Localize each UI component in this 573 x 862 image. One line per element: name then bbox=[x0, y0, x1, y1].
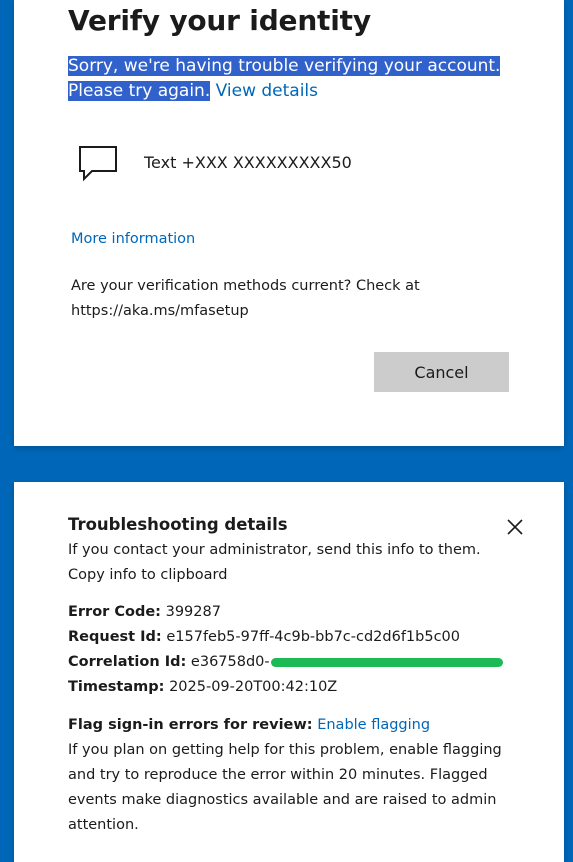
correlation-id-value: e36758d0- bbox=[190, 654, 270, 670]
timestamp-value: 2025-09-20T00:42:10Z bbox=[169, 679, 338, 695]
methods-current-text: Are your verification methods current? C… bbox=[71, 278, 420, 319]
error-message: Sorry, we're having trouble verifying yo… bbox=[68, 54, 508, 104]
error-code-value: 399287 bbox=[165, 604, 221, 620]
close-icon[interactable] bbox=[504, 516, 526, 538]
error-text-line2: Please try again. bbox=[68, 81, 211, 101]
method-label: Text +XXX XXXXXXXXX50 bbox=[144, 152, 352, 172]
error-text-line1: Sorry, we're having trouble verifying yo… bbox=[68, 56, 501, 76]
correlation-id-label: Correlation Id: bbox=[68, 654, 187, 670]
timestamp-label: Timestamp: bbox=[68, 679, 165, 695]
cancel-button[interactable]: Cancel bbox=[374, 352, 509, 392]
flag-label: Flag sign-in errors for review: bbox=[68, 717, 313, 733]
redaction-bar bbox=[270, 657, 503, 667]
request-id-row: Request Id: e157feb5-97ff-4c9b-bb7c-cd2d… bbox=[68, 625, 460, 650]
timestamp-row: Timestamp: 2025-09-20T00:42:10Z bbox=[68, 675, 337, 700]
copy-info-link[interactable]: Copy info to clipboard bbox=[68, 563, 227, 588]
page-title: Verify your identity bbox=[68, 4, 371, 37]
troubleshooting-card: Troubleshooting details If you contact y… bbox=[14, 482, 564, 862]
troubleshooting-title: Troubleshooting details bbox=[68, 515, 288, 534]
request-id-value: e157feb5-97ff-4c9b-bb7c-cd2d6f1b5c00 bbox=[166, 629, 461, 645]
error-code-row: Error Code: 399287 bbox=[68, 600, 221, 625]
verify-card: Verify your identity Sorry, we're having… bbox=[14, 0, 564, 446]
flagging-help-text: If you plan on getting help for this pro… bbox=[68, 742, 502, 833]
view-details-link[interactable]: View details bbox=[216, 81, 318, 101]
chat-bubble-icon bbox=[76, 142, 120, 182]
contact-text: If you contact your administrator, send … bbox=[68, 542, 481, 558]
error-code-label: Error Code: bbox=[68, 604, 161, 620]
flag-row: Flag sign-in errors for review: Enable f… bbox=[68, 713, 430, 738]
request-id-label: Request Id: bbox=[68, 629, 162, 645]
text-verification-method[interactable]: Text +XXX XXXXXXXXX50 bbox=[76, 140, 352, 184]
enable-flagging-link[interactable]: Enable flagging bbox=[317, 717, 430, 733]
more-information-link[interactable]: More information bbox=[71, 231, 195, 247]
correlation-id-row: Correlation Id: e36758d0- bbox=[68, 650, 503, 675]
